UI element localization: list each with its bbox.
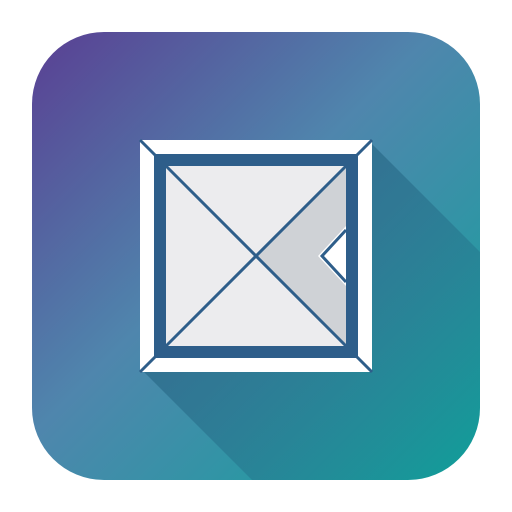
icon-canvas — [0, 0, 512, 512]
envelope-icon — [138, 138, 374, 374]
app-icon[interactable] — [0, 0, 512, 512]
